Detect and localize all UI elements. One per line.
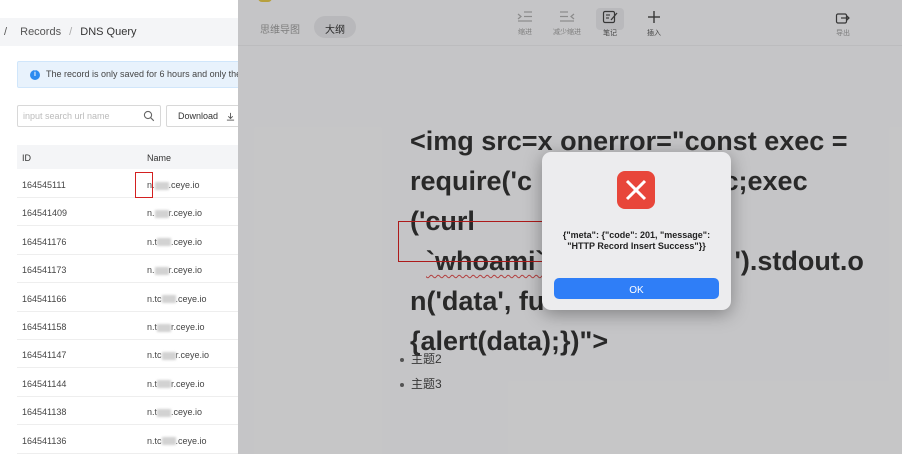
record-id: 164545111 xyxy=(22,180,66,190)
record-name: n. .ceye.io xyxy=(147,180,200,190)
download-icon xyxy=(226,113,234,121)
table-row[interactable]: 164545111 n. .ceye.io xyxy=(17,170,238,198)
record-name: n.t r.ceye.io xyxy=(147,379,205,389)
record-id: 164541409 xyxy=(22,208,68,219)
record-name: n.t r.ceye.io xyxy=(147,322,205,332)
record-id: 164541144 xyxy=(22,378,67,389)
breadcrumb: / Records / DNS Query xyxy=(0,18,238,46)
record-name: n. r.ceye.io xyxy=(147,265,202,275)
record-name-suffix: .ceye.io xyxy=(171,407,203,418)
redacted-text xyxy=(157,380,172,389)
table-row[interactable]: 164541176 n.t .ceye.io xyxy=(17,227,238,255)
table-row[interactable]: 164541158 n.t r.ceye.io xyxy=(17,312,238,340)
table-row[interactable]: 164541147 n.tc r.ceye.io xyxy=(17,340,238,369)
redacted-text xyxy=(161,295,176,304)
table-row[interactable]: 164541173 n. r.ceye.io xyxy=(17,255,238,284)
record-name-prefix: n.t xyxy=(147,378,158,389)
download-label: Download xyxy=(178,111,219,121)
breadcrumb-separator: / xyxy=(4,26,8,38)
dns-records-panel: / Records / DNS Query i The record is on… xyxy=(0,0,238,454)
alert-dialog: {"meta": {"code": 201, "message": "HTTP … xyxy=(542,152,731,310)
redacted-text xyxy=(154,210,169,219)
redacted-text xyxy=(157,238,172,247)
record-id: 164541138 xyxy=(22,407,67,418)
record-name-suffix: r.ceye.io xyxy=(171,378,205,389)
record-name: n.tc .ceye.io xyxy=(147,436,207,446)
download-button[interactable]: Download xyxy=(166,105,238,127)
record-name-prefix: n. xyxy=(147,208,155,219)
record-id: 164541173 xyxy=(22,265,67,276)
table-row[interactable]: 164541136 n.tc .ceye.io xyxy=(17,426,238,454)
record-name-prefix: n. xyxy=(147,265,155,276)
search-box xyxy=(17,105,161,127)
redacted-text xyxy=(157,408,172,417)
table-row[interactable]: 164541409 n. r.ceye.io xyxy=(17,198,238,227)
record-name: n.tc .ceye.io xyxy=(147,294,207,304)
record-name-prefix: n.tc xyxy=(147,435,162,446)
record-name: n.t .ceye.io xyxy=(147,407,202,417)
record-name-suffix: r.ceye.io xyxy=(171,322,205,332)
record-id: 164541136 xyxy=(22,435,67,446)
record-name-suffix: .ceye.io xyxy=(175,293,207,304)
redacted-text xyxy=(161,437,176,446)
alert-message: {"meta": {"code": 201, "message": "HTTP … xyxy=(562,230,711,251)
search-input[interactable] xyxy=(18,106,138,126)
record-name-suffix: .ceye.io xyxy=(171,236,203,247)
notice-text: The record is only saved for 6 hours and… xyxy=(46,69,238,79)
record-name-prefix: n.t xyxy=(147,236,158,247)
record-name-prefix: n.tc xyxy=(147,293,162,304)
record-name-suffix: r.ceye.io xyxy=(168,265,203,276)
table-header: ID Name xyxy=(17,145,238,169)
breadcrumb-separator: / xyxy=(69,26,73,38)
table-row[interactable]: 164541138 n.t .ceye.io xyxy=(17,397,238,426)
record-name-prefix: n.t xyxy=(147,407,158,418)
record-name-suffix: r.ceye.io xyxy=(175,350,210,361)
record-name-suffix: r.ceye.io xyxy=(168,208,203,219)
record-name-prefix: n.t xyxy=(147,322,158,332)
info-icon: i xyxy=(30,70,40,80)
table-row[interactable]: 164541144 n.t r.ceye.io xyxy=(17,369,238,397)
redacted-text xyxy=(157,323,172,332)
record-id: 164541176 xyxy=(22,236,67,247)
record-id: 164541158 xyxy=(22,322,67,332)
record-name-suffix: .ceye.io xyxy=(168,180,200,190)
record-id: 164541147 xyxy=(22,350,67,361)
table-row[interactable]: 164541166 n.tc .ceye.io xyxy=(17,284,238,312)
column-header-name[interactable]: Name xyxy=(147,153,171,163)
redacted-text xyxy=(161,352,176,361)
annotation-highlight-box xyxy=(135,172,153,198)
search-icon[interactable] xyxy=(143,110,155,122)
xmind-logo-icon xyxy=(617,171,655,209)
record-name: n. r.ceye.io xyxy=(147,208,202,218)
breadcrumb-records-link[interactable]: Records xyxy=(20,26,61,38)
column-header-id[interactable]: ID xyxy=(22,153,31,163)
ok-button[interactable]: OK xyxy=(554,278,719,299)
record-name: n.tc r.ceye.io xyxy=(147,350,209,360)
record-name: n.t .ceye.io xyxy=(147,237,202,247)
record-name-prefix: n.tc xyxy=(147,350,162,361)
redacted-text xyxy=(154,181,169,190)
record-id: 164541166 xyxy=(22,293,67,304)
redacted-text xyxy=(154,266,169,275)
record-name-suffix: .ceye.io xyxy=(175,435,207,446)
breadcrumb-current: DNS Query xyxy=(80,26,137,38)
info-notice: i The record is only saved for 6 hours a… xyxy=(17,61,238,88)
